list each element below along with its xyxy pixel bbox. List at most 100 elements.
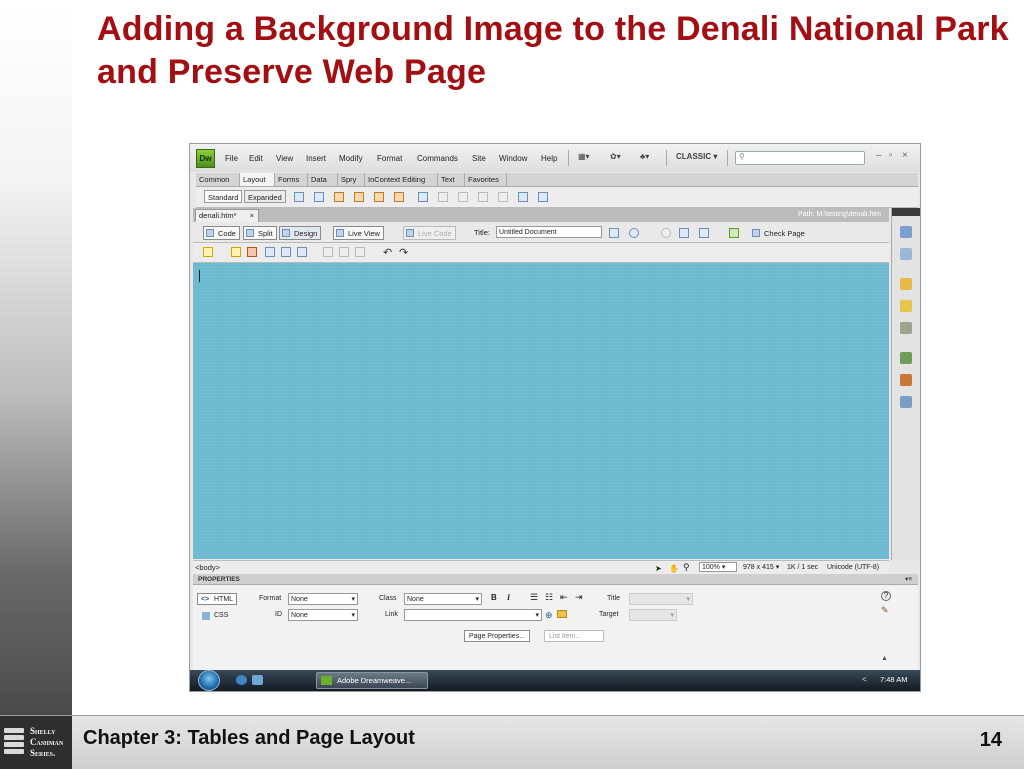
spry-accordion-icon[interactable] [374,192,384,202]
minimize-icon[interactable]: – [876,150,882,161]
list-item-button[interactable]: List Item... [544,630,604,642]
save-icon[interactable] [265,247,275,257]
spry-menu-bar-icon[interactable] [334,192,344,202]
bold-button[interactable]: B [491,593,497,602]
visual-aids-icon[interactable] [699,228,709,238]
start-button-icon[interactable] [198,670,220,691]
panel-dock-header[interactable] [892,208,920,216]
title-attr-input[interactable] [629,593,693,605]
copy-icon[interactable] [339,247,349,257]
design-view-button[interactable]: Design [279,226,322,240]
tab-common[interactable]: Common [196,173,240,186]
design-view-canvas[interactable] [193,263,889,559]
assets-panel-icon[interactable] [900,374,912,386]
menu-window[interactable]: Window [499,154,527,163]
class-select[interactable]: None [404,593,482,605]
save-all-icon[interactable] [281,247,291,257]
iframe-icon[interactable] [518,192,528,202]
id-select[interactable]: None [288,609,358,621]
live-code-button[interactable]: Live Code [403,226,456,240]
tab-text[interactable]: Text [438,173,465,186]
check-page-button[interactable]: Check Page [749,226,809,240]
taskbar-dreamweaver-button[interactable]: Adobe Dreamweave... [316,672,428,689]
tab-data[interactable]: Data [308,173,338,186]
tag-selector[interactable]: <body> [195,561,220,574]
browse-folder-icon[interactable] [557,610,567,618]
unordered-list-icon[interactable]: ☰ [530,592,538,603]
point-to-file-icon[interactable]: ⊕ [545,610,553,621]
cut-icon[interactable] [323,247,333,257]
css-styles-panel-icon[interactable] [900,248,912,260]
css-mode-button[interactable]: CSS [197,609,237,621]
window-size-select[interactable]: 978 x 415 ▾ [743,561,779,574]
close-tab-icon[interactable]: × [250,210,254,222]
outdent-icon[interactable]: ⇤ [560,592,568,603]
zoom-select[interactable]: 100% ▾ [699,562,737,572]
tab-favorites[interactable]: Favorites [465,173,507,186]
document-tab[interactable]: denali.htm* × [195,209,259,222]
new-file-icon[interactable] [203,247,213,257]
code-view-button[interactable]: Code [203,226,240,240]
zoom-tool-icon[interactable]: ⚲ [683,561,690,574]
spry-collapsible-icon[interactable] [394,192,404,202]
target-select[interactable] [629,609,677,621]
menu-edit[interactable]: Edit [249,154,263,163]
open-icon[interactable] [231,247,241,257]
collapse-properties-icon[interactable]: ▲ [881,655,888,662]
print-code-icon[interactable] [297,247,307,257]
format-select[interactable]: None [288,593,358,605]
spry-tabbed-panels-icon[interactable] [354,192,364,202]
extend-menu-icon[interactable]: ✿▾ [610,152,621,161]
tab-spry[interactable]: Spry [338,173,365,186]
browse-in-bridge-icon[interactable] [247,247,257,257]
view-options-icon[interactable] [679,228,689,238]
menu-insert[interactable]: Insert [306,154,326,163]
ordered-list-icon[interactable]: ☷ [545,592,553,603]
insert-row-above-icon[interactable] [438,192,448,202]
indent-icon[interactable]: ⇥ [575,592,583,603]
tag-inspector-icon[interactable] [900,322,912,334]
insert-panel-icon[interactable] [900,226,912,238]
standard-mode-button[interactable]: Standard [204,190,243,203]
tray-expand-icon[interactable]: < [862,675,867,684]
split-view-button[interactable]: Split [243,226,277,240]
table-icon[interactable] [418,192,428,202]
properties-panel-header[interactable]: PROPERTIES ▾≡ [193,574,918,585]
tab-incontext-editing[interactable]: InContext Editing [365,173,438,186]
search-input[interactable]: ⚲ [735,151,865,165]
workspace-switcher[interactable]: CLASSIC ▾ [676,152,717,161]
internet-explorer-icon[interactable] [236,675,247,685]
menu-site[interactable]: Site [472,154,486,163]
menu-format[interactable]: Format [377,154,402,163]
link-input[interactable] [404,609,542,621]
snippets-panel-icon[interactable] [900,396,912,408]
tab-layout[interactable]: Layout [240,173,275,186]
frames-icon[interactable] [538,192,548,202]
site-menu-icon[interactable]: ♣▾ [640,152,649,161]
insert-div-icon[interactable] [294,192,304,202]
tab-forms[interactable]: Forms [275,173,308,186]
paste-icon[interactable] [355,247,365,257]
menu-modify[interactable]: Modify [339,154,363,163]
undo-icon[interactable]: ↶ [383,246,392,259]
html-mode-button[interactable]: <> HTML [197,593,237,605]
menu-commands[interactable]: Commands [417,154,458,163]
panel-options-icon[interactable]: ▾≡ [905,574,912,585]
preview-in-browser-icon[interactable] [629,228,639,238]
behaviors-panel-icon[interactable] [900,300,912,312]
insert-column-right-icon[interactable] [498,192,508,202]
italic-button[interactable]: I [507,593,510,602]
refresh-icon[interactable] [661,228,671,238]
menu-view[interactable]: View [276,154,293,163]
expanded-mode-button[interactable]: Expanded [244,190,286,203]
show-desktop-icon[interactable] [252,675,263,685]
title-input[interactable]: Untitled Document [496,226,602,238]
menu-help[interactable]: Help [541,154,557,163]
live-view-button[interactable]: Live View [333,226,384,240]
help-icon[interactable]: ? [881,591,891,601]
ap-elements-panel-icon[interactable] [900,278,912,290]
quick-tag-editor-icon[interactable]: ✎ [881,605,889,616]
file-management-icon[interactable] [609,228,619,238]
close-icon[interactable]: × [902,150,908,161]
insert-ap-div-icon[interactable] [314,192,324,202]
